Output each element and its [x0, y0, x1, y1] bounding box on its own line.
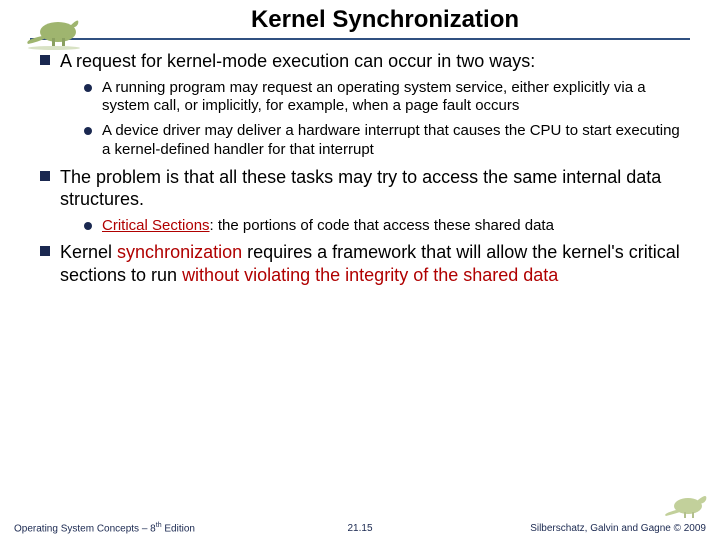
slide-title: Kernel Synchronization [0, 6, 720, 36]
synchronization-word: synchronization [117, 242, 242, 262]
footer-page-number: 21.15 [347, 523, 372, 534]
footer-copyright: Silberschatz, Galvin and Gagne © 2009 [530, 523, 706, 534]
bullet-1: A request for kernel-mode execution can … [40, 50, 680, 73]
critical-sections-label: Critical Sections [102, 217, 210, 234]
bullet-3-text: Kernel synchronization requires a framew… [60, 241, 680, 286]
round-bullet-icon [84, 222, 92, 230]
bullet-1-text: A request for kernel-mode execution can … [60, 50, 680, 73]
round-bullet-icon [84, 84, 92, 92]
bullet-3: Kernel synchronization requires a framew… [40, 241, 680, 286]
bullet-1-sub-2-text: A device driver may deliver a hardware i… [102, 122, 680, 160]
without-violating-phrase: without violating the integrity of the s… [182, 265, 558, 285]
bullet-1-sub-2: A device driver may deliver a hardware i… [84, 122, 680, 160]
slide-footer: Operating System Concepts – 8th Edition … [0, 522, 720, 534]
footer-left: Operating System Concepts – 8th Edition [14, 522, 195, 534]
bullet-2: The problem is that all these tasks may … [40, 166, 680, 211]
bullet-2-sub-1: Critical Sections: the portions of code … [84, 217, 680, 236]
title-underline [30, 38, 690, 40]
bullet-2-text: The problem is that all these tasks may … [60, 166, 680, 211]
dinosaur-illustration-left [18, 6, 88, 50]
dinosaur-illustration-right [660, 484, 714, 522]
bullet-1-sub-1-text: A running program may request an operati… [102, 79, 680, 117]
slide-body: A request for kernel-mode execution can … [0, 50, 720, 286]
bullet-1-sub-1: A running program may request an operati… [84, 79, 680, 117]
square-bullet-icon [40, 55, 50, 65]
square-bullet-icon [40, 246, 50, 256]
square-bullet-icon [40, 171, 50, 181]
critical-sections-rest: : the portions of code that access these… [210, 217, 554, 234]
bullet-2-sub-1-text: Critical Sections: the portions of code … [102, 217, 680, 236]
round-bullet-icon [84, 127, 92, 135]
